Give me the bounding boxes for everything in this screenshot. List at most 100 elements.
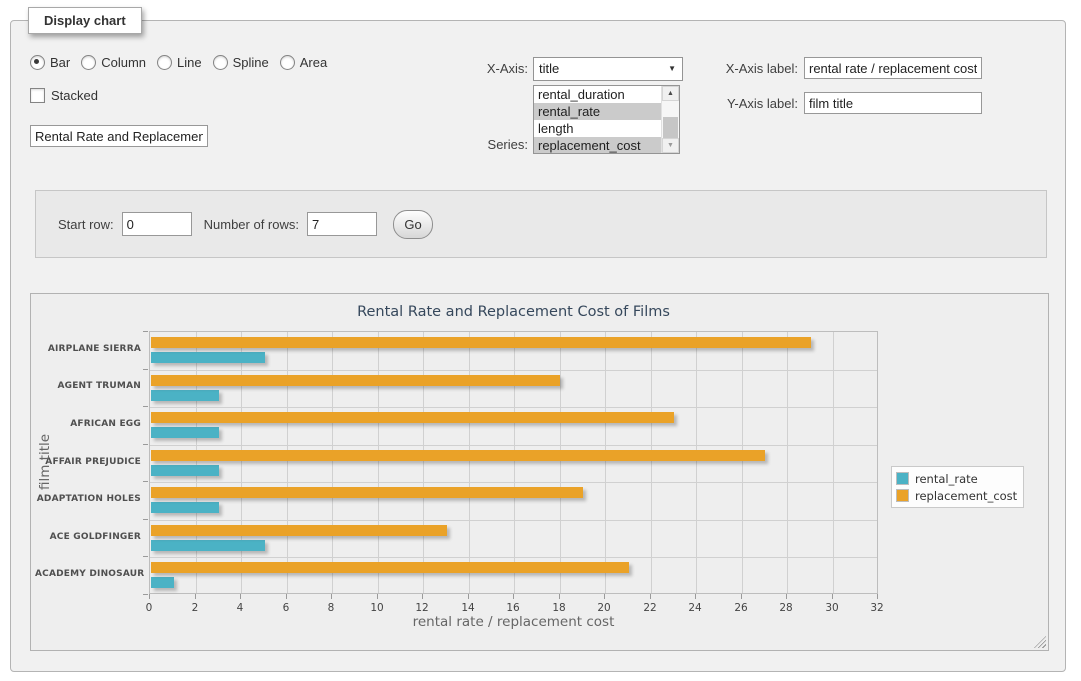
scroll-down-icon[interactable]: ▼ (662, 138, 679, 153)
category-label: ACADEMY DINOSAUR (35, 569, 141, 579)
bar-replacement_cost (151, 562, 629, 573)
bar-replacement_cost (151, 337, 811, 348)
x-axis-tick (195, 594, 196, 599)
chart-type-radio-area[interactable]: Area (280, 55, 327, 70)
x-tick-label: 10 (360, 602, 394, 614)
x-axis-select-label: X-Axis: (430, 61, 528, 76)
chart-type-radio-column[interactable]: Column (81, 55, 146, 70)
series-select-label: Series: (430, 137, 528, 152)
series-option-rental_rate[interactable]: rental_rate (534, 103, 662, 120)
series-listbox[interactable]: rental_durationrental_ratelengthreplacem… (533, 85, 680, 154)
stacked-checkbox[interactable]: Stacked (30, 88, 98, 103)
x-axis-tick (422, 594, 423, 599)
bar-replacement_cost (151, 525, 447, 536)
category-label: ACE GOLDFINGER (35, 532, 141, 542)
x-axis-tick (377, 594, 378, 599)
plot-area (149, 331, 878, 594)
start-row-input[interactable] (122, 212, 192, 236)
grid-line-vertical (423, 332, 424, 593)
radio-label: Area (300, 55, 327, 70)
x-tick-label: 14 (451, 602, 485, 614)
series-option-replacement_cost[interactable]: replacement_cost (534, 137, 662, 154)
grid-line-vertical (378, 332, 379, 593)
chart-type-radio-spline[interactable]: Spline (213, 55, 269, 70)
grid-line-horizontal (150, 520, 877, 521)
y-axis-label-label: Y-Axis label: (700, 96, 798, 111)
y-axis-label-input[interactable] (804, 92, 982, 114)
x-axis-label-label: X-Axis label: (700, 61, 798, 76)
legend-item: rental_rate (896, 470, 1017, 487)
x-axis-tick (286, 594, 287, 599)
bar-replacement_cost (151, 375, 560, 386)
grid-line-vertical (696, 332, 697, 593)
chart-title-input[interactable] (30, 125, 208, 147)
chart-type-radio-line[interactable]: Line (157, 55, 202, 70)
bar-rental_rate (151, 390, 219, 401)
y-axis-tick (143, 556, 148, 557)
y-axis-tick (143, 331, 148, 332)
x-axis-tick (331, 594, 332, 599)
y-axis-tick (143, 594, 148, 595)
radio-icon[interactable] (157, 55, 172, 70)
category-label: AGENT TRUMAN (35, 381, 141, 391)
grid-line-vertical (241, 332, 242, 593)
bar-rental_rate (151, 352, 265, 363)
bar-rental_rate (151, 502, 219, 513)
x-axis-tick (240, 594, 241, 599)
chart-type-radio-bar[interactable]: Bar (30, 55, 70, 70)
grid-line-vertical (742, 332, 743, 593)
radio-icon[interactable] (213, 55, 228, 70)
series-options: rental_durationrental_ratelengthreplacem… (534, 86, 679, 154)
series-option-length[interactable]: length (534, 120, 662, 137)
scroll-up-icon[interactable]: ▲ (662, 86, 679, 101)
x-axis-label-input[interactable] (804, 57, 982, 79)
x-tick-label: 12 (405, 602, 439, 614)
bar-replacement_cost (151, 450, 765, 461)
stacked-row: Stacked (30, 88, 109, 106)
radio-label: Column (101, 55, 146, 70)
go-button[interactable]: Go (393, 210, 433, 239)
x-tick-label: 20 (587, 602, 621, 614)
legend-label: replacement_cost (915, 489, 1017, 503)
bar-replacement_cost (151, 412, 674, 423)
number-of-rows-input[interactable] (307, 212, 377, 236)
y-axis-title: film title (37, 434, 53, 490)
series-scrollbar[interactable]: ▲ ▼ (661, 86, 679, 153)
bar-rental_rate (151, 577, 174, 588)
grid-line-vertical (560, 332, 561, 593)
checkbox-icon[interactable] (30, 88, 45, 103)
category-label: AFRICAN EGG (35, 419, 141, 429)
y-axis-tick (143, 481, 148, 482)
x-tick-label: 4 (223, 602, 257, 614)
x-axis-tick (650, 594, 651, 599)
radio-label: Line (177, 55, 202, 70)
chart-title: Rental Rate and Replacement Cost of Film… (149, 304, 878, 320)
radio-icon[interactable] (81, 55, 96, 70)
x-tick-label: 16 (496, 602, 530, 614)
grid-line-vertical (332, 332, 333, 593)
bar-rental_rate (151, 540, 265, 551)
radio-icon[interactable] (30, 55, 45, 70)
x-axis-tick (468, 594, 469, 599)
grid-line-horizontal (150, 407, 877, 408)
series-option-rental_duration[interactable]: rental_duration (534, 86, 662, 103)
x-axis-tick (786, 594, 787, 599)
grid-line-vertical (651, 332, 652, 593)
x-axis-select[interactable]: title ▼ (533, 57, 683, 81)
grid-line-vertical (287, 332, 288, 593)
resize-grip-icon[interactable] (1034, 636, 1046, 648)
x-tick-label: 24 (678, 602, 712, 614)
y-axis-tick (143, 369, 148, 370)
grid-line-horizontal (150, 482, 877, 483)
x-axis-tick (559, 594, 560, 599)
scrollbar-thumb[interactable] (663, 117, 678, 139)
panel-legend: Display chart (28, 7, 142, 34)
x-axis-tick (877, 594, 878, 599)
x-tick-label: 32 (860, 602, 894, 614)
chart-legend: rental_rate replacement_cost (891, 466, 1024, 508)
grid-line-vertical (833, 332, 834, 593)
radio-icon[interactable] (280, 55, 295, 70)
x-tick-label: 0 (132, 602, 166, 614)
chevron-down-icon[interactable]: ▼ (668, 58, 676, 80)
grid-line-horizontal (150, 445, 877, 446)
